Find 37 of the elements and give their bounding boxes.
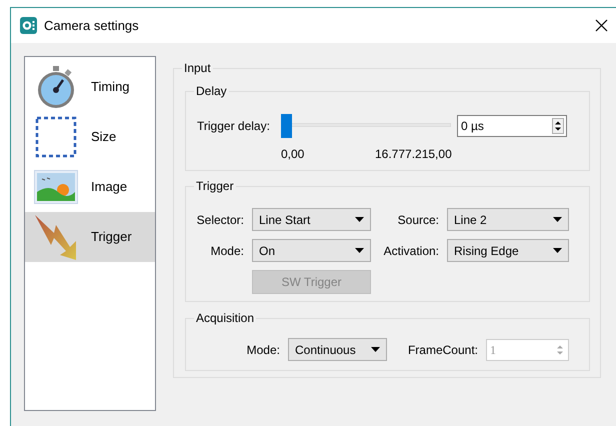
lightning-icon [34,213,78,261]
caret-icon [371,347,380,352]
dropdown[interactable]: Line Start [252,208,371,231]
delay-spinbox[interactable]: 0 µs [457,115,567,137]
caret-icon [553,217,562,222]
dropdown[interactable]: Line 2 [447,208,569,231]
caret-icon [355,248,364,253]
group-title: Acquisition [194,311,256,325]
field-label: Source: [396,212,440,228]
mode-dropdown[interactable]: Continuous [288,338,387,361]
caret-icon [553,248,562,253]
slider-thumb[interactable] [281,114,292,138]
field-label: Mode: [210,242,245,260]
dashed-rectangle-icon [35,116,77,158]
slider-max-label: 16.777.215,00 [375,146,452,163]
field-label: Mode: [246,342,281,358]
field-label: Trigger delay: [197,118,271,135]
group-title: Input [182,61,213,75]
dropdown[interactable]: On [252,239,371,262]
caret-icon [355,217,364,222]
slider-min-label: 0,00 [281,146,306,163]
sidebar-item[interactable]: Timing [25,62,155,112]
group-title: Delay [194,84,229,98]
landscape-icon [34,170,78,204]
slider-track[interactable] [281,114,451,138]
field-label: Selector: [196,212,245,228]
field-label: FrameCount: [406,342,479,358]
sidebar-item[interactable]: Size [25,112,155,162]
window-title: Camera settings [44,16,140,35]
dropdown[interactable]: Rising Edge [447,239,569,262]
sidebar-item[interactable]: Image [25,162,155,212]
spin-arrows-icon[interactable] [552,118,564,134]
group-title: Trigger [194,179,236,193]
app-icon [20,17,37,34]
sidebar-item[interactable]: Trigger [25,212,155,262]
field-label: Activation: [382,242,440,260]
close-icon[interactable] [595,19,608,32]
